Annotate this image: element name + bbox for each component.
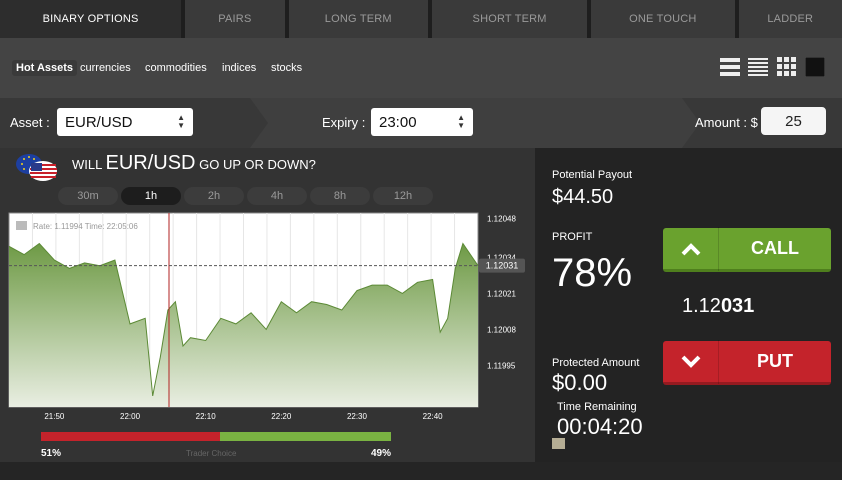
timeframe-8h[interactable]: 8h: [310, 187, 370, 205]
question-suffix: GO UP OR DOWN?: [199, 157, 316, 172]
asset-select-value: EUR/USD: [65, 113, 133, 131]
sentiment-right-percent: 49%: [371, 448, 392, 459]
timeframe-2h[interactable]: 2h: [184, 187, 244, 205]
category-indices[interactable]: indices: [222, 62, 256, 74]
sentiment-left-percent: 51%: [41, 448, 62, 459]
question-asset: EUR/USD: [105, 152, 196, 174]
question-heading: WILL EUR/USD GO UP OR DOWN?: [72, 152, 316, 175]
question-prefix: WILL: [72, 157, 102, 172]
payout-value: $44.50: [552, 186, 614, 208]
trader-choice-label: Trader Choice: [186, 449, 237, 458]
trading-app: BINARY OPTIONS PAIRS LONG TERM SHORT TER…: [0, 0, 842, 480]
selection-bar: Asset : EUR/USD ▲ ▼ Expiry : 23:00 ▲ ▼ Amo…: [0, 98, 842, 148]
asset-label: Asset :: [10, 115, 50, 130]
x-tick-label: 22:20: [271, 412, 292, 421]
tab-ladder[interactable]: LADDER: [738, 0, 842, 38]
protected-amount-value: $0.00: [552, 370, 608, 395]
tab-long-term[interactable]: LONG TERM: [288, 0, 428, 38]
x-tick-label: 22:10: [196, 412, 217, 421]
time-remaining-label: Time Remaining: [557, 401, 637, 413]
single-view-icon[interactable]: [805, 57, 825, 77]
y-tick-label: 1.12008: [487, 325, 516, 334]
list-view-icon[interactable]: [720, 57, 740, 77]
tab-pairs[interactable]: PAIRS: [185, 0, 285, 38]
timeframe-30m[interactable]: 30m: [58, 187, 118, 205]
x-tick-label: 22:40: [423, 412, 444, 421]
call-label: CALL: [751, 238, 799, 258]
info-square-icon: [552, 438, 565, 449]
compact-list-icon[interactable]: [748, 57, 768, 77]
sentiment-bar-red: [41, 432, 220, 441]
bottom-strip: [0, 462, 842, 480]
tab-short-term[interactable]: SHORT TERM: [431, 0, 588, 38]
x-tick-label: 22:00: [120, 412, 141, 421]
put-button[interactable]: PUT: [663, 339, 831, 385]
current-rate-prefix: 1.12: [682, 295, 721, 317]
sentiment-bar-green: [220, 432, 391, 441]
category-commodities[interactable]: commodities: [145, 62, 207, 74]
expiry-select-value: 23:00: [379, 113, 417, 131]
time-remaining-value: 00:04:20: [557, 414, 643, 439]
eur-usd-flag-icon: [16, 154, 57, 181]
timeframe-4h[interactable]: 4h: [247, 187, 307, 205]
category-hot-assets[interactable]: Hot Assets: [12, 60, 78, 76]
category-currencies[interactable]: currencies: [80, 62, 131, 74]
call-button[interactable]: CALL: [663, 226, 831, 272]
payout-label: Potential Payout: [552, 169, 633, 181]
product-tabs: BINARY OPTIONS PAIRS LONG TERM SHORT TER…: [0, 0, 842, 38]
chevron-down-icon: [663, 339, 719, 384]
tab-binary-options[interactable]: BINARY OPTIONS: [0, 0, 182, 38]
category-bar: Hot Assets currencies commodities indice…: [0, 38, 842, 98]
current-rate: 1.12031: [682, 295, 754, 318]
x-tick-label: 21:50: [44, 412, 65, 421]
amount-label: Amount : $: [695, 115, 758, 130]
profit-value: 78%: [552, 251, 633, 295]
tooltip-swatch-icon: [16, 221, 27, 230]
tooltip-text: Rate: 1.11994 Time: 22:05:06: [33, 222, 138, 231]
selection-bar-segment: [250, 98, 700, 148]
current-rate-bold: 031: [720, 295, 755, 317]
grid-view-icon[interactable]: [777, 57, 797, 77]
tab-one-touch[interactable]: ONE TOUCH: [591, 0, 735, 38]
current-rate-label: 1.12031: [486, 261, 519, 271]
put-label: PUT: [757, 351, 793, 371]
y-tick-label: 1.11995: [487, 361, 516, 370]
y-tick-label: 1.12048: [487, 215, 516, 224]
y-tick-label: 1.12021: [487, 289, 516, 298]
expiry-label: Expiry :: [322, 115, 366, 130]
expiry-select[interactable]: 23:00 ▲ ▼: [371, 108, 473, 136]
price-chart[interactable]: Rate: 1.11994 Time: 22:05:06 1.12048 1.12…: [0, 205, 535, 427]
chevron-up-icon: [663, 226, 719, 271]
category-stocks[interactable]: stocks: [271, 62, 302, 74]
select-arrows-icon: ▲ ▼: [177, 113, 185, 130]
tooltip: Rate: 1.11994 Time: 22:05:06: [16, 221, 138, 231]
protected-amount-label: Protected Amount: [552, 357, 640, 369]
asset-select[interactable]: EUR/USD ▲ ▼: [57, 108, 193, 136]
profit-label: PROFIT: [552, 231, 593, 243]
timeframe-12h[interactable]: 12h: [373, 187, 433, 205]
x-tick-label: 22:30: [347, 412, 368, 421]
select-arrows-icon: ▲ ▼: [457, 113, 465, 130]
timeframe-1h[interactable]: 1h: [121, 187, 181, 205]
amount-input[interactable]: 25: [761, 107, 826, 135]
